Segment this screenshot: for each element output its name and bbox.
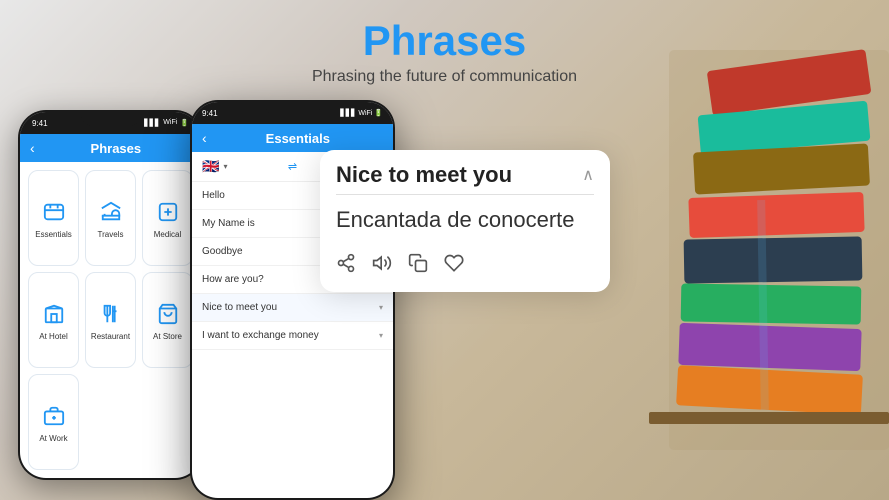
back-button-left[interactable]: ‹: [30, 140, 35, 156]
phrase-goodbye-text: Goodbye: [202, 246, 243, 257]
phrase-nicetomeet-text: Nice to meet you: [202, 302, 277, 313]
phone-left: 9:41 ▋▋▋ WiFi 🔋 ‹ Phrases: [18, 110, 203, 480]
expanded-phrase-header: Nice to meet you ∧: [320, 150, 610, 194]
phones-container: 9:41 ▋▋▋ WiFi 🔋 ‹ Phrases: [0, 100, 889, 500]
phone-left-screen: 9:41 ▋▋▋ WiFi 🔋 ‹ Phrases: [20, 112, 201, 478]
medical-label: Medical: [154, 230, 182, 239]
at-store-icon: [154, 300, 182, 328]
at-work-label: At Work: [39, 434, 67, 443]
categories-grid: Essentials Travels: [20, 162, 201, 478]
category-travels[interactable]: Travels: [85, 170, 136, 266]
swap-icon[interactable]: ⇌: [288, 160, 297, 173]
phrase-action-bar: [320, 247, 610, 292]
main-title: Phrases: [0, 18, 889, 64]
phone-left-app-header: ‹ Phrases: [20, 134, 201, 162]
phrase-item-nicetomeet[interactable]: Nice to meet you ▾: [192, 294, 393, 322]
collapse-button[interactable]: ∧: [582, 165, 594, 185]
travels-label: Travels: [98, 230, 124, 239]
phone-right-notch: 9:41 ▋▋▋ WiFi 🔋: [192, 102, 393, 124]
category-essentials[interactable]: Essentials: [28, 170, 79, 266]
share-icon[interactable]: [336, 253, 356, 278]
phone-right-header-title: Essentials: [213, 131, 383, 146]
phrase-spanish-text: Encantada de conocerte: [320, 195, 610, 247]
main-subtitle: Phrasing the future of communication: [0, 68, 889, 86]
phrase-exchange-text: I want to exchange money: [202, 330, 319, 341]
at-hotel-icon: [40, 300, 68, 328]
speaker-icon[interactable]: [372, 253, 392, 278]
app-header: Phrases Phrasing the future of communica…: [0, 18, 889, 86]
phrase-hello-text: Hello: [202, 190, 225, 201]
category-at-hotel[interactable]: At Hotel: [28, 272, 79, 368]
phrase-exchange-expand[interactable]: ▾: [379, 331, 383, 340]
phrase-nicetomeet-expand[interactable]: ▾: [379, 303, 383, 312]
travels-icon: [97, 198, 125, 226]
phone-left-header-title: Phrases: [41, 141, 191, 156]
phone-left-time: 9:41: [32, 119, 48, 128]
phrase-howareyou-text: How are you?: [202, 274, 264, 285]
uk-chevron[interactable]: ▾: [223, 162, 227, 171]
phone-left-notch: 9:41 ▋▋▋ WiFi 🔋: [20, 112, 201, 134]
phrase-item-exchange[interactable]: I want to exchange money ▾: [192, 322, 393, 350]
phone-right-time: 9:41: [202, 109, 218, 118]
category-at-store[interactable]: At Store: [142, 272, 193, 368]
at-hotel-label: At Hotel: [39, 332, 67, 341]
category-medical[interactable]: Medical: [142, 170, 193, 266]
back-button-right[interactable]: ‹: [202, 130, 207, 146]
restaurant-label: Restaurant: [91, 332, 130, 341]
restaurant-icon: [97, 300, 125, 328]
at-store-label: At Store: [153, 332, 182, 341]
at-work-icon: [40, 402, 68, 430]
phrase-english-text: Nice to meet you: [336, 162, 512, 188]
heart-icon[interactable]: [444, 253, 464, 278]
flag-uk: 🇬🇧: [202, 158, 219, 175]
phone-left-status-icons: ▋▋▋ WiFi 🔋: [144, 119, 189, 127]
phone-right-status-icons: ▋▋▋ WiFi 🔋: [340, 109, 383, 117]
category-restaurant[interactable]: Restaurant: [85, 272, 136, 368]
essentials-icon: [40, 198, 68, 226]
category-at-work[interactable]: At Work: [28, 374, 79, 470]
expanded-phrase-card: Nice to meet you ∧ Encantada de conocert…: [320, 150, 610, 292]
medical-icon: [154, 198, 182, 226]
phone-right-app-header: ‹ Essentials: [192, 124, 393, 152]
phrase-myname-text: My Name is: [202, 218, 255, 229]
essentials-label: Essentials: [35, 230, 71, 239]
copy-icon[interactable]: [408, 253, 428, 278]
